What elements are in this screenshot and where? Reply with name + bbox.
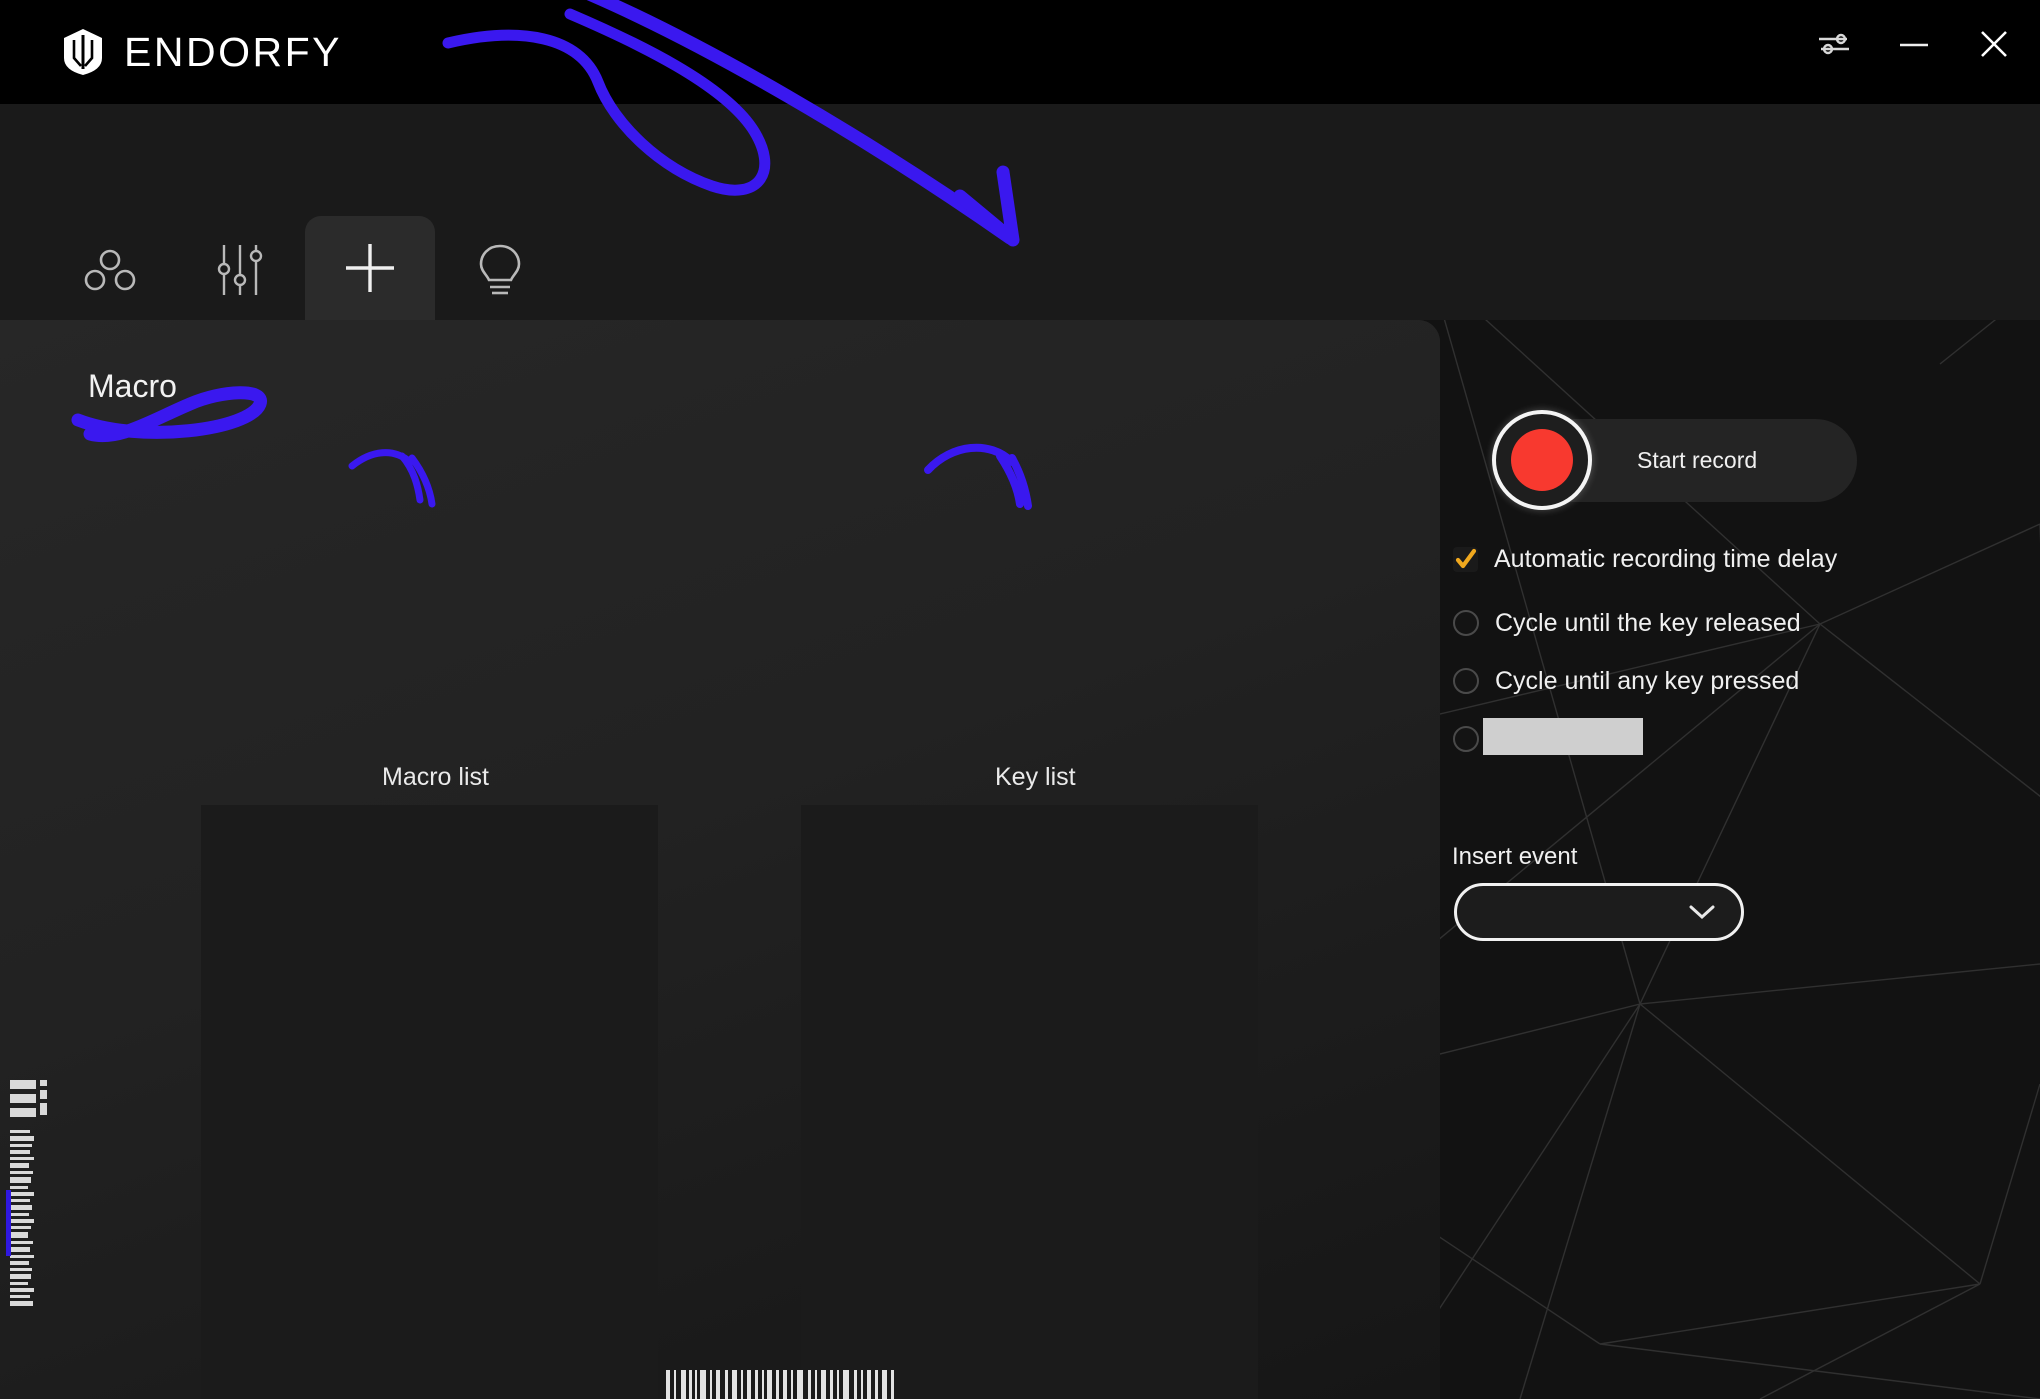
window-controls <box>1812 22 2016 66</box>
start-record-label: Start record <box>1637 447 1758 473</box>
key-list-label: Key list <box>995 763 1076 791</box>
insert-event-dropdown[interactable] <box>1454 883 1744 941</box>
checkbox-checked-icon <box>1453 547 1478 572</box>
close-icon <box>1981 31 2007 57</box>
endorfy-app-window: ENDORFY Macro Macro list Key list Start … <box>0 0 2040 1399</box>
minimize-button[interactable] <box>1892 22 1936 66</box>
macro-list-label: Macro list <box>382 763 489 791</box>
option-cycle-any-key[interactable]: Cycle until any key pressed <box>1453 668 1799 694</box>
barcode-horizontal-decoration <box>666 1370 894 1399</box>
sliders-vertical-icon <box>217 245 263 295</box>
macro-list-box[interactable] <box>201 805 658 1399</box>
barcode-vertical-decoration <box>6 1080 47 1306</box>
tab-macro[interactable] <box>305 216 435 320</box>
tab-lighting[interactable] <box>435 220 565 320</box>
option-label: Cycle until any key pressed <box>1495 666 1800 695</box>
plus-icon <box>346 244 394 292</box>
tab-buttons[interactable] <box>45 220 175 320</box>
tab-strip <box>0 104 2040 320</box>
key-list-box[interactable] <box>801 805 1258 1399</box>
tab-performance[interactable] <box>175 220 305 320</box>
page-title: Macro <box>88 368 177 404</box>
radio-unchecked-icon <box>1453 668 1479 694</box>
macro-panel: Macro Macro list Key list New macro Dele… <box>0 320 1440 1399</box>
insert-event-label: Insert event <box>1452 843 1578 870</box>
option-label: Cycle until the key released <box>1495 608 1801 637</box>
lightbulb-icon <box>479 244 521 295</box>
title-bar: ENDORFY <box>0 0 2040 104</box>
endorfy-logo-icon <box>64 29 102 75</box>
option-label: Automatic recording time delay <box>1494 545 1838 573</box>
radio-unchecked-icon <box>1453 610 1479 636</box>
sliders-icon <box>1819 33 1849 55</box>
settings-button[interactable] <box>1812 22 1856 66</box>
radio-unchecked-icon <box>1453 726 1479 752</box>
minimize-icon <box>1900 43 1928 47</box>
option-auto-delay[interactable]: Automatic recording time delay <box>1453 547 1837 572</box>
record-indicator <box>1492 410 1592 510</box>
chevron-down-icon <box>1689 905 1715 920</box>
start-record-button[interactable]: Start record <box>1492 410 1857 510</box>
brand: ENDORFY <box>62 20 342 84</box>
option-cycle-key-released[interactable]: Cycle until the key released <box>1453 610 1801 636</box>
cycle-times-input[interactable] <box>1483 718 1643 755</box>
record-side-panel: Start record Automatic recording time de… <box>1440 320 2040 1399</box>
tab-list <box>0 216 565 320</box>
close-button[interactable] <box>1972 22 2016 66</box>
brand-name: ENDORFY <box>124 28 342 75</box>
record-dot-icon <box>1511 429 1573 491</box>
three-circles-icon <box>84 249 136 291</box>
